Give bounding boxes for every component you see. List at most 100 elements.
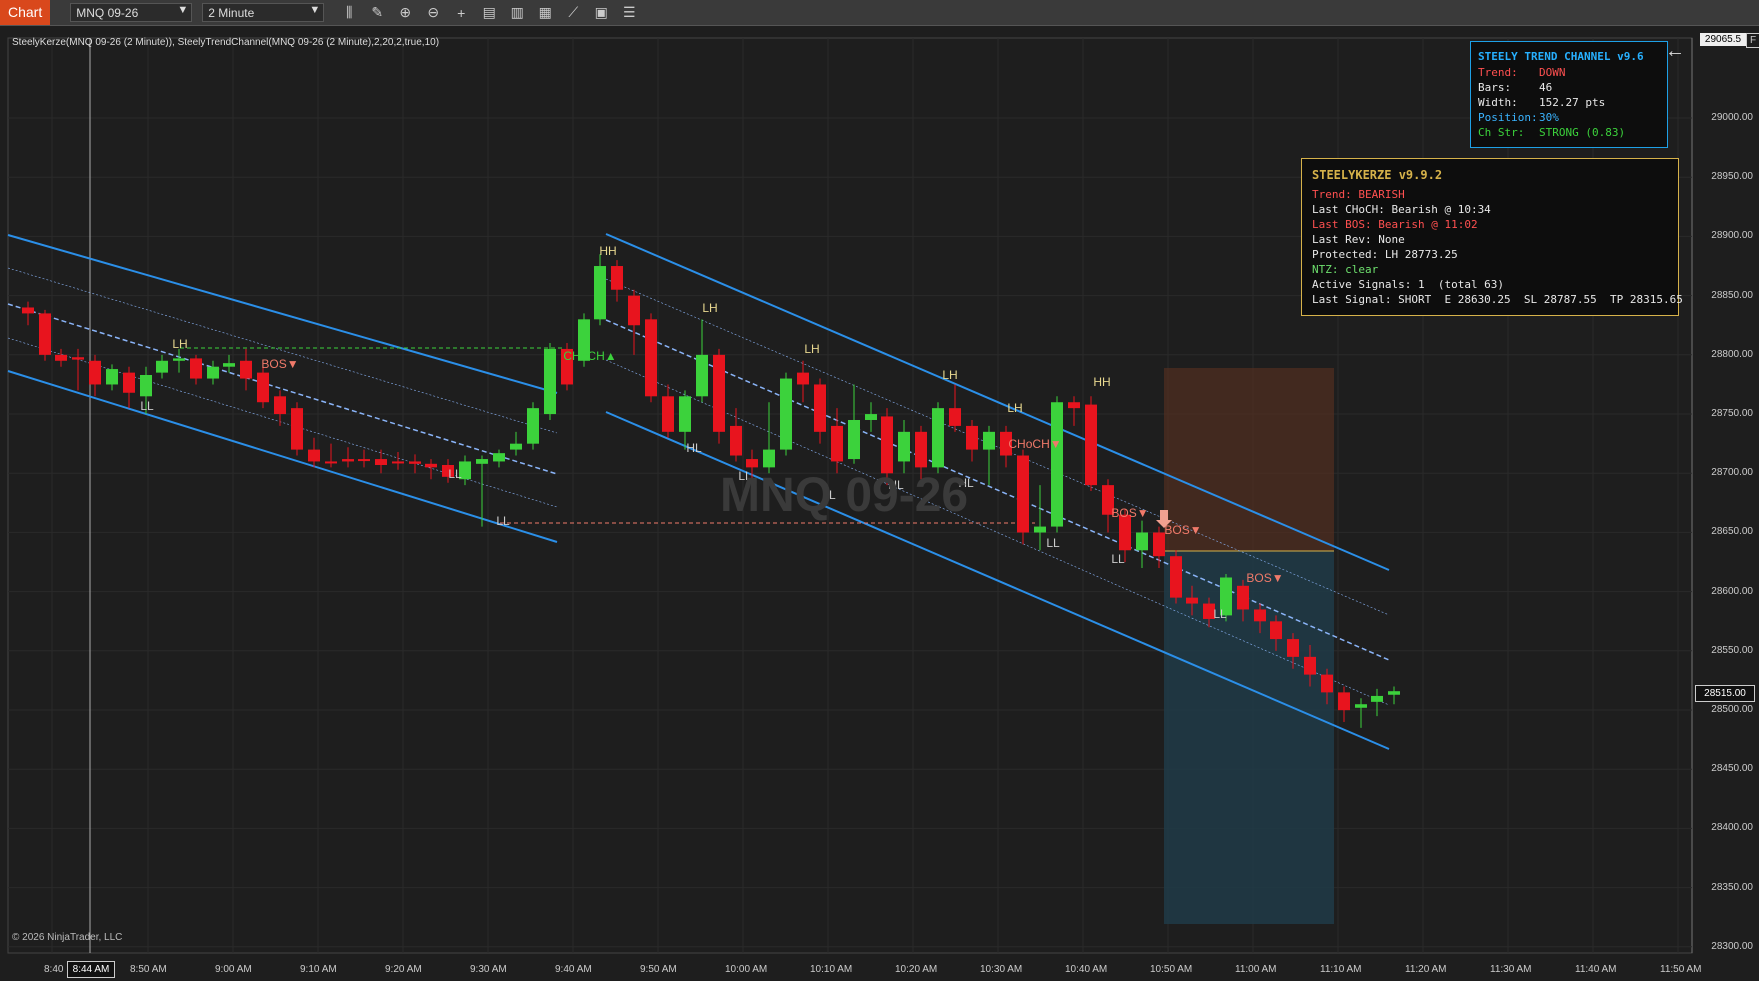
trend-channel-value: 46 <box>1539 81 1553 94</box>
kerze-line: Last BOS: Bearish @ 11:02 <box>1312 218 1478 231</box>
structure-label: BOS▼ <box>1164 523 1201 537</box>
price-axis-tick: 28600.00 <box>1711 585 1753 597</box>
candle-body <box>1338 692 1350 711</box>
candle-body <box>173 358 185 361</box>
candle-body <box>476 459 488 464</box>
candle-body <box>544 348 556 415</box>
steelykerze-panel: STEELYKERZE v9.9.2 Trend: BEARISH Last CH… <box>1301 158 1683 316</box>
price-axis-tick: 28700.00 <box>1711 467 1753 479</box>
price-axis-tick: 28950.00 <box>1711 171 1753 183</box>
candle-body <box>123 372 135 393</box>
trend-channel-value: 30% <box>1539 111 1559 124</box>
candle-body <box>628 295 640 326</box>
time-axis-tick: 11:30 AM <box>1490 964 1532 975</box>
candle-body <box>409 461 421 464</box>
structure-label: BOS▼ <box>1246 571 1283 585</box>
structure-label: LH <box>942 368 957 382</box>
candle-body <box>898 431 910 462</box>
candle-body <box>780 378 792 450</box>
candle-body <box>1034 526 1046 533</box>
structure-label: LH <box>804 342 819 356</box>
candle-body <box>932 408 944 468</box>
trend-channel-value: 152.27 pts <box>1539 96 1606 109</box>
candle-body <box>611 266 623 290</box>
time-axis-tick: 10:40 AM <box>1065 964 1108 975</box>
time-axis-tick: 10:30 AM <box>980 964 1023 975</box>
top-price-marker: 29065.5 <box>1700 33 1746 46</box>
candle-body <box>207 366 219 379</box>
current-price-marker: 28515.00 <box>1695 685 1755 702</box>
trend-channel-label: Bars: <box>1478 81 1512 94</box>
kerze-line: Trend: BEARISH <box>1312 188 1405 201</box>
candle-body <box>55 354 67 361</box>
trend-channel-value: STRONG (0.83) <box>1539 126 1626 139</box>
candle-body <box>797 372 809 385</box>
time-axis-tick: 10:50 AM <box>1150 964 1193 975</box>
candle-body <box>342 459 354 462</box>
structure-label: LL <box>140 399 154 413</box>
trend-channel-value: DOWN <box>1539 66 1566 79</box>
price-axis-tick: 28850.00 <box>1711 289 1753 301</box>
kerze-title: STEELYKERZE v9.9.2 <box>1312 168 1443 182</box>
copyright-text: © 2026 NinjaTrader, LLC <box>12 932 123 943</box>
candle-body <box>1136 532 1148 551</box>
candle-body <box>1051 402 1063 527</box>
candle-body <box>190 358 202 379</box>
time-axis-tick: 9:50 AM <box>640 964 677 975</box>
candle-body <box>1270 621 1282 640</box>
price-axis-tick: 28300.00 <box>1711 940 1753 952</box>
candle-body <box>1170 556 1182 598</box>
candle-body <box>72 357 84 360</box>
structure-label: LH <box>1007 401 1022 415</box>
price-axis-tick: 28800.00 <box>1711 348 1753 360</box>
price-axis-tick: 28550.00 <box>1711 644 1753 656</box>
candle-body <box>291 408 303 450</box>
candle-body <box>730 425 742 456</box>
symbol-watermark: MNQ 09-26 <box>720 469 969 522</box>
back-arrow-icon[interactable]: ← <box>1665 40 1685 63</box>
candle-body <box>274 396 286 415</box>
price-axis-tick: 28750.00 <box>1711 408 1753 419</box>
price-axis-tick: 28650.00 <box>1711 526 1753 538</box>
time-axis-tick: 11:20 AM <box>1405 964 1447 975</box>
time-axis-tick: 8:40 <box>44 964 64 975</box>
structure-label: LL <box>1046 536 1060 550</box>
time-axis-tick: 11:40 AM <box>1575 964 1617 975</box>
price-axis-tick: 28400.00 <box>1711 822 1753 834</box>
price-axis-tick: 29000.00 <box>1711 112 1753 123</box>
trend-channel-label: Width: <box>1478 96 1518 109</box>
structure-label: BOS▼ <box>1111 506 1148 520</box>
candle-body <box>1017 455 1029 533</box>
kerze-line: Active Signals: 1 (total 63) <box>1312 278 1505 291</box>
candle-body <box>106 369 118 385</box>
indicator-label: SteelyKerze(MNQ 09-26 (2 Minute)), Steel… <box>12 37 440 48</box>
kerze-line: Last Rev: None <box>1312 233 1405 246</box>
candle-body <box>696 354 708 397</box>
candle-body <box>1186 597 1198 604</box>
candle-body <box>594 266 606 320</box>
time-axis-tick: 10:10 AM <box>810 964 853 975</box>
price-axis-tick: 28350.00 <box>1711 881 1753 893</box>
candle-body <box>39 313 51 355</box>
candle-body <box>746 459 758 468</box>
structure-label: LL <box>1213 607 1227 621</box>
candle-body <box>22 307 34 314</box>
candle-body <box>510 443 522 450</box>
candle-body <box>1355 704 1367 708</box>
time-axis-tick: 9:20 AM <box>385 964 422 975</box>
trend-channel-panel: STEELY TREND CHANNEL v9.6 Trend: DOWN Bars… <box>1470 41 1668 148</box>
candle-body <box>1085 404 1097 486</box>
time-axis-tick: 8:50 AM <box>130 964 167 975</box>
structure-label: HH <box>599 244 616 258</box>
candle-body <box>325 461 337 464</box>
candle-body <box>392 461 404 464</box>
structure-label: LH <box>702 301 717 315</box>
candle-body <box>1304 656 1316 675</box>
candle-body <box>156 360 168 373</box>
candle-body <box>713 354 725 432</box>
candle-body <box>881 416 893 474</box>
candle-body <box>493 453 505 462</box>
structure-label: HL <box>686 441 702 455</box>
kerze-line: Last CHoCH: Bearish @ 10:34 <box>1312 203 1491 216</box>
candle-body <box>1321 674 1333 693</box>
